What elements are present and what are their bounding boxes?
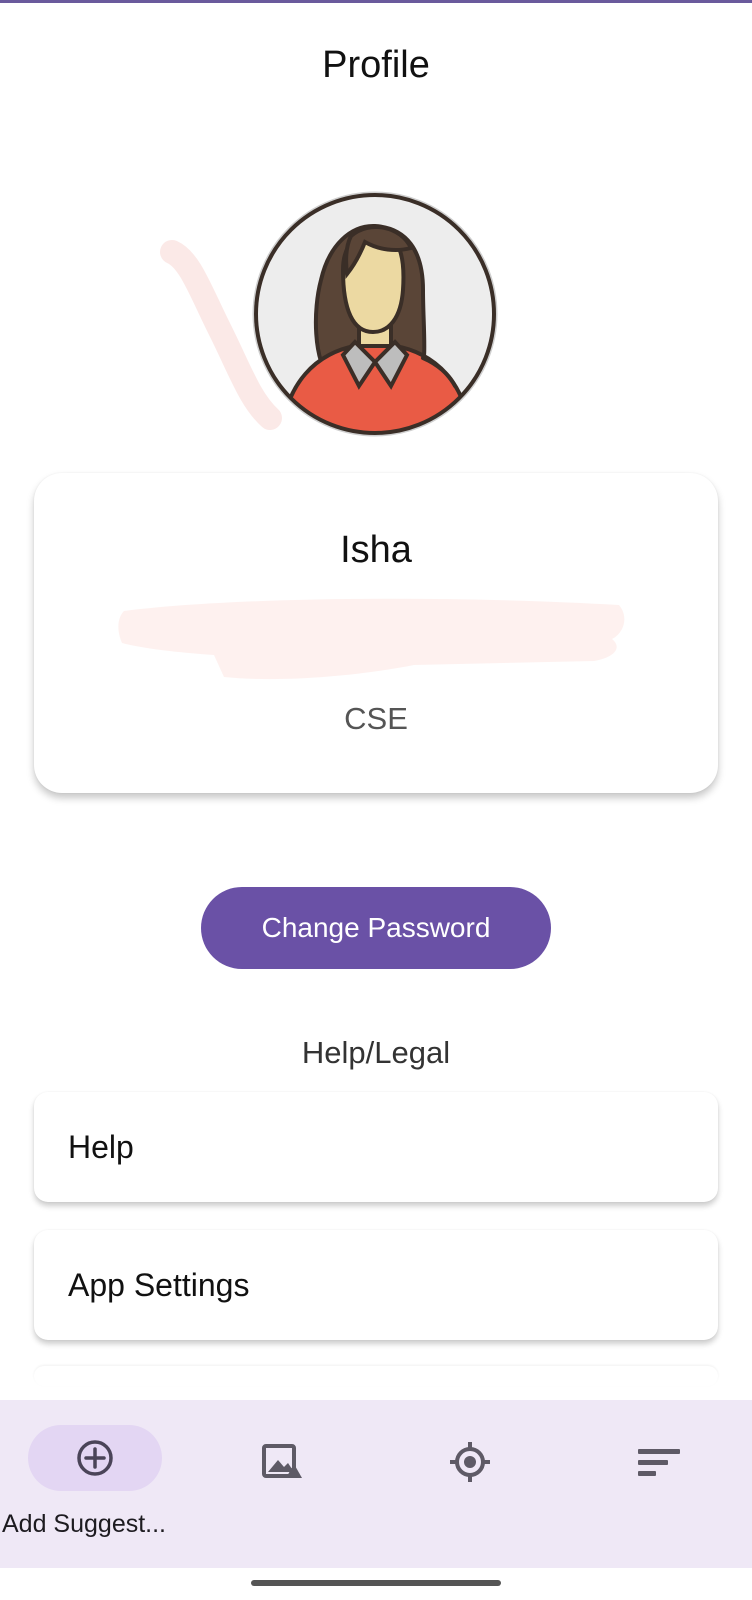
help-legal-heading: Help/Legal bbox=[301, 1035, 451, 1070]
nav-item-location[interactable] bbox=[376, 1400, 564, 1568]
list-item-partial[interactable] bbox=[34, 1366, 718, 1386]
redacted-info bbox=[118, 598, 625, 680]
help-item[interactable]: Help bbox=[34, 1092, 718, 1202]
bottom-navigation: Add Suggest... bbox=[0, 1400, 752, 1568]
add-circle-icon bbox=[77, 1440, 113, 1476]
profile-name: Isha bbox=[340, 529, 412, 571]
image-icon bbox=[260, 1440, 304, 1484]
nav-item-sort[interactable] bbox=[564, 1400, 752, 1568]
profile-department: CSE bbox=[344, 701, 408, 736]
app-settings-item-label: App Settings bbox=[68, 1266, 250, 1303]
help-item-label: Help bbox=[68, 1128, 134, 1165]
female-avatar-icon bbox=[252, 191, 498, 437]
nav-selected-indicator bbox=[28, 1425, 162, 1491]
change-password-button[interactable]: Change Password bbox=[201, 887, 551, 969]
nav-item-images[interactable] bbox=[188, 1400, 376, 1568]
home-indicator[interactable] bbox=[251, 1580, 501, 1586]
sort-icon bbox=[636, 1440, 680, 1484]
profile-card: Isha CSE bbox=[34, 473, 718, 793]
nav-item-add-suggestion[interactable]: Add Suggest... bbox=[0, 1400, 188, 1568]
nav-label-add-suggestion: Add Suggest... bbox=[2, 1510, 167, 1538]
top-border bbox=[0, 0, 752, 3]
gps-target-icon bbox=[448, 1440, 492, 1484]
profile-avatar[interactable] bbox=[251, 190, 499, 438]
app-settings-item[interactable]: App Settings bbox=[34, 1230, 718, 1340]
page-title: Profile bbox=[322, 44, 430, 86]
